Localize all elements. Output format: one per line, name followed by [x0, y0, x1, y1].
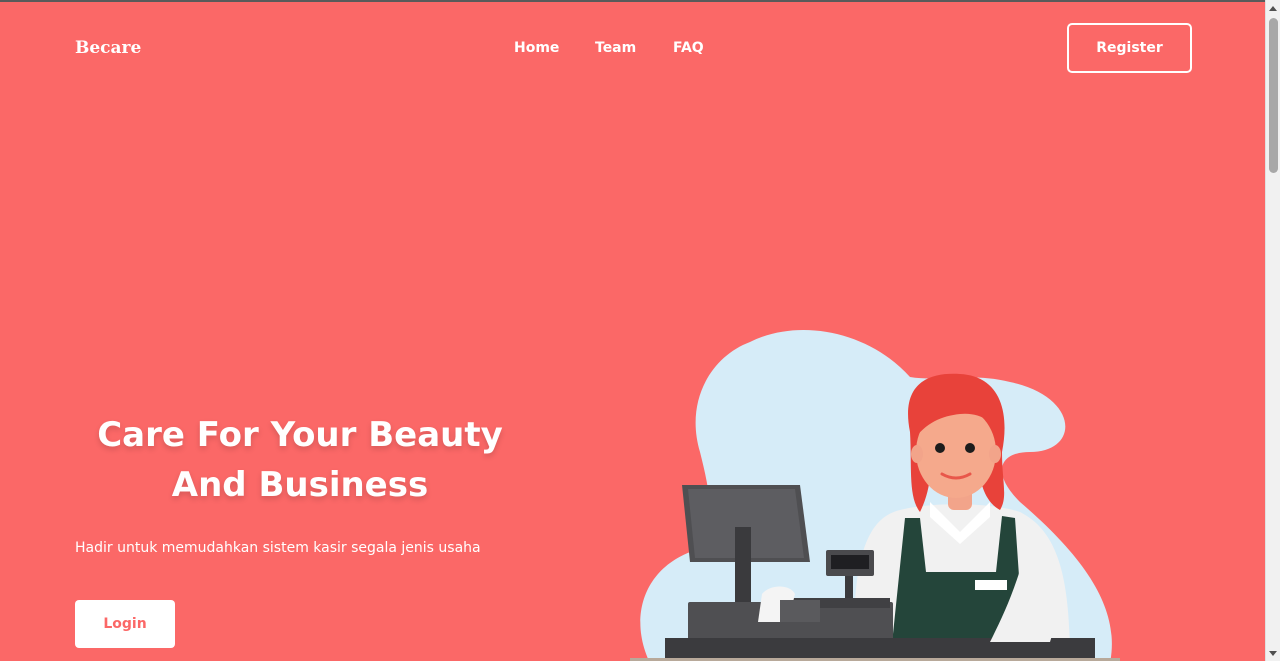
hero-title-line1: Care For Your Beauty — [97, 415, 503, 455]
scroll-down-icon[interactable] — [1269, 651, 1277, 656]
hero-title-line2: And Business — [171, 465, 429, 505]
monitor-stand — [735, 527, 751, 607]
name-tag — [975, 580, 1007, 590]
woman-ear-left — [911, 445, 923, 463]
woman-eye-left — [935, 443, 945, 453]
customer-display-screen — [831, 555, 869, 569]
brand-logo[interactable]: Becare — [75, 38, 141, 58]
woman-eye-right — [965, 443, 975, 453]
register-button[interactable]: Register — [1067, 23, 1192, 73]
scroll-thumb[interactable] — [1269, 18, 1278, 173]
hero-title: Care For Your Beauty And Business — [75, 410, 525, 510]
receipt-printer — [780, 600, 820, 622]
woman-ear-right — [989, 445, 1001, 463]
nav-faq-link[interactable]: FAQ — [673, 40, 704, 56]
cashier-illustration — [630, 330, 1120, 661]
login-button[interactable]: Login — [75, 600, 175, 648]
hero-subtitle: Hadir untuk memudahkan sistem kasir sega… — [75, 540, 481, 556]
nav-team-link[interactable]: Team — [595, 40, 636, 56]
nav-home-link[interactable]: Home — [514, 40, 559, 56]
vertical-scrollbar[interactable] — [1265, 0, 1280, 661]
landing-page: Becare Home Team FAQ Register Care For Y… — [0, 2, 1265, 661]
scroll-up-icon[interactable] — [1269, 6, 1277, 11]
